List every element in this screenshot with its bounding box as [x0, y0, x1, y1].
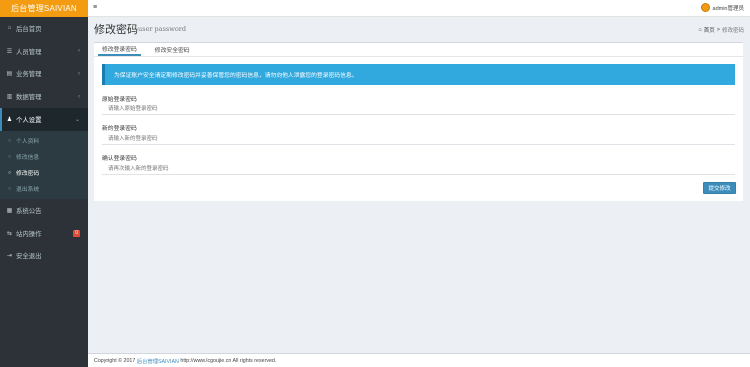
- sidebar-item-business[interactable]: ▤ 业务管理 ‹: [0, 63, 88, 86]
- submenu-item-label: 退出系统: [16, 187, 40, 194]
- notification-badge: 0: [73, 229, 80, 237]
- new-password-input[interactable]: [102, 133, 735, 145]
- chevron-left-icon: ‹: [78, 70, 80, 77]
- footer: Copyright © 2017 后台管理SAIVIAN http://www.…: [88, 353, 750, 367]
- chevron-left-icon: ‹: [78, 93, 80, 100]
- new-password-label: 新的登录密码: [102, 126, 137, 132]
- info-callout: 为保证账户安全请定期修改密码并妥善保管您的密码信息，请勿向他人泄露您的登录密码信…: [102, 64, 735, 85]
- chevron-left-icon: ‹: [78, 48, 80, 55]
- submenu-item-change-password[interactable]: ○ 修改密码: [0, 165, 88, 181]
- avatar: [700, 3, 710, 12]
- sidebar-item-label: 站内操作: [16, 230, 42, 238]
- submenu-item-edit-info[interactable]: ○ 修改信息: [0, 149, 88, 165]
- logo[interactable]: 后台管理SAIVIAN: [0, 0, 88, 17]
- chart-icon: ▥: [6, 94, 13, 101]
- top-navbar: ≡ admin管理员: [88, 0, 750, 17]
- old-password-input[interactable]: [102, 103, 735, 115]
- logout-icon: ⇥: [6, 253, 13, 260]
- submenu-item-profile[interactable]: ○ 个人资料: [0, 133, 88, 149]
- sidebar-item-label: 系统公告: [16, 207, 42, 215]
- home-icon: ⌂: [7, 25, 12, 32]
- user-menu[interactable]: admin管理员: [700, 3, 744, 12]
- tab-login-password[interactable]: 修改登录密码: [98, 43, 141, 56]
- circle-icon: ○: [8, 153, 12, 160]
- breadcrumb-current: 修改密码: [721, 28, 744, 34]
- sidebar-submenu: ○ 个人资料 ○ 修改信息 ○ 修改密码 ○ 退出系统: [0, 130, 88, 199]
- sidebar-item-data[interactable]: ▥ 数据管理 ‹: [0, 85, 88, 108]
- footer-link[interactable]: 后台管理SAIVIAN: [137, 357, 179, 365]
- sidebar-item-label: 后台首页: [16, 25, 42, 33]
- footer-rights: http://www.lcgoujie.cn All rights reserv…: [180, 357, 277, 364]
- users-icon: ☰: [6, 48, 13, 55]
- sidebar-item-operations[interactable]: ⇆ 站内操作 0: [0, 222, 88, 245]
- sidebar-item-notice[interactable]: ▦ 系统公告: [0, 199, 88, 222]
- chevron-down-icon: ⌄: [74, 117, 80, 124]
- sidebar-item-personnel[interactable]: ☰ 人员管理 ‹: [0, 40, 88, 63]
- sidebar-item-label: 业务管理: [16, 71, 42, 79]
- layers-icon: ▤: [6, 71, 13, 78]
- page-title: 修改密码: [94, 24, 138, 36]
- sidebar-item-label: 人员管理: [16, 48, 42, 56]
- breadcrumb-separator: >: [716, 27, 720, 33]
- submenu-item-logout[interactable]: ○ 退出系统: [0, 181, 88, 197]
- old-password-label: 原始登录密码: [102, 97, 137, 103]
- tab-security-password[interactable]: 修改安全密码: [151, 43, 194, 56]
- confirm-password-input[interactable]: [102, 163, 735, 175]
- home-icon: ⌂: [698, 27, 702, 33]
- tab-bar: 修改登录密码 修改安全密码: [94, 43, 743, 57]
- submenu-item-label: 修改密码: [16, 171, 40, 178]
- notice-icon: ▦: [6, 207, 13, 214]
- user-icon: ♟: [6, 117, 13, 124]
- sidebar-item-home[interactable]: ⌂ 后台首页: [0, 17, 88, 40]
- user-name: admin管理员: [712, 5, 744, 12]
- sidebar: ⌂ 后台首页 ☰ 人员管理 ‹ ▤ 业务管理 ‹ ▥ 数据管理 ‹ ♟ 个人设置…: [0, 17, 88, 367]
- footer-copyright: Copyright © 2017: [94, 357, 136, 364]
- exchange-icon: ⇆: [6, 230, 13, 237]
- sidebar-item-label: 个人设置: [16, 117, 42, 125]
- confirm-password-label: 确认登录密码: [102, 156, 137, 162]
- sidebar-item-personal-settings[interactable]: ♟ 个人设置 ⌄: [0, 108, 88, 131]
- sidebar-item-safe-exit[interactable]: ⇥ 安全退出: [0, 245, 88, 268]
- submit-button[interactable]: 提交修改: [703, 182, 736, 194]
- sidebar-item-label: 安全退出: [16, 253, 42, 261]
- circle-icon: ○: [8, 137, 12, 144]
- breadcrumb: ⌂ 首页 > 修改密码: [698, 26, 744, 34]
- submenu-item-label: 个人资料: [16, 139, 40, 146]
- breadcrumb-home[interactable]: 首页: [704, 26, 715, 34]
- sidebar-toggle-icon[interactable]: ≡: [93, 4, 97, 12]
- circle-icon: ○: [8, 169, 12, 176]
- circle-icon: ○: [8, 185, 12, 192]
- sidebar-item-label: 数据管理: [16, 94, 42, 102]
- password-form-box: 修改登录密码 修改安全密码 为保证账户安全请定期修改密码并妥善保管您的密码信息，…: [94, 42, 743, 201]
- page-subtitle: user password: [138, 25, 186, 33]
- submenu-item-label: 修改信息: [16, 155, 40, 162]
